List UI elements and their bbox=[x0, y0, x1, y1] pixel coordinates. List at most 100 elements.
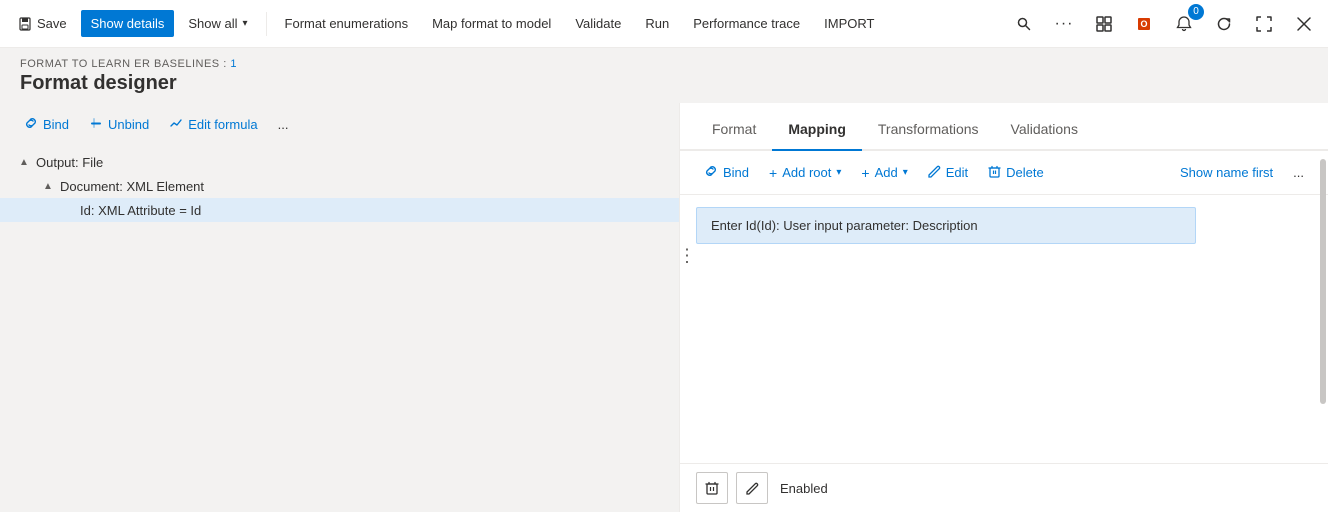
mapping-description-text: Enter Id(Id): User input parameter: Desc… bbox=[711, 218, 978, 233]
tab-mapping[interactable]: Mapping bbox=[772, 109, 862, 151]
add-root-chevron-icon: ▾ bbox=[836, 167, 841, 178]
breadcrumb: FORMAT TO LEARN ER BASELINES : 1 bbox=[20, 58, 1308, 70]
separator-1 bbox=[266, 12, 267, 36]
notification-container: 0 bbox=[1168, 8, 1200, 40]
show-name-first-button[interactable]: Show name first bbox=[1172, 160, 1281, 185]
save-button[interactable]: Save bbox=[8, 10, 77, 37]
add-label: Add bbox=[875, 165, 898, 180]
edit-formula-icon bbox=[169, 116, 183, 133]
toolbar-right-group: ··· O 0 bbox=[1008, 8, 1320, 40]
save-label: Save bbox=[37, 16, 67, 31]
run-label: Run bbox=[645, 16, 669, 31]
run-button[interactable]: Run bbox=[635, 10, 679, 37]
mapping-description-box: Enter Id(Id): User input parameter: Desc… bbox=[696, 207, 1196, 244]
show-all-button[interactable]: Show all ▾ bbox=[178, 10, 257, 37]
bind-right-button[interactable]: Bind bbox=[696, 159, 757, 186]
bind-left-button[interactable]: Bind bbox=[16, 111, 77, 138]
mapping-content: Enter Id(Id): User input parameter: Desc… bbox=[680, 195, 1328, 463]
main-toolbar: Save Show details Show all ▾ Format enum… bbox=[0, 0, 1328, 48]
validate-button[interactable]: Validate bbox=[565, 10, 631, 37]
add-chevron-icon: ▾ bbox=[903, 167, 908, 178]
performance-trace-label: Performance trace bbox=[693, 16, 800, 31]
svg-text:O: O bbox=[1140, 19, 1147, 29]
tree-item-document-xml-label: Document: XML Element bbox=[60, 179, 204, 194]
import-label: IMPORT bbox=[824, 16, 874, 31]
edit-label: Edit bbox=[946, 165, 968, 180]
delete-label: Delete bbox=[1006, 165, 1044, 180]
tab-format-label: Format bbox=[712, 121, 756, 137]
content-area: FORMAT TO LEARN ER BASELINES : 1 Format … bbox=[0, 48, 1328, 512]
tab-validations[interactable]: Validations bbox=[995, 109, 1094, 151]
bottom-delete-button[interactable] bbox=[696, 472, 728, 504]
more-options-icon[interactable]: ··· bbox=[1048, 8, 1080, 40]
bind-right-label: Bind bbox=[723, 165, 749, 180]
office-icon[interactable]: O bbox=[1128, 8, 1160, 40]
format-enumerations-label: Format enumerations bbox=[285, 16, 409, 31]
bottom-edit-button[interactable] bbox=[736, 472, 768, 504]
show-all-chevron-icon: ▾ bbox=[243, 18, 248, 29]
refresh-icon[interactable] bbox=[1208, 8, 1240, 40]
page-header: FORMAT TO LEARN ER BASELINES : 1 Format … bbox=[0, 48, 1328, 103]
left-more-button[interactable]: ... bbox=[270, 112, 297, 137]
map-format-button[interactable]: Map format to model bbox=[422, 10, 561, 37]
edit-formula-button[interactable]: Edit formula bbox=[161, 111, 265, 138]
add-root-button[interactable]: + Add root ▾ bbox=[761, 160, 849, 186]
show-all-label: Show all bbox=[188, 16, 237, 31]
edit-button[interactable]: Edit bbox=[920, 160, 976, 186]
show-details-label: Show details bbox=[91, 16, 165, 31]
save-icon bbox=[18, 17, 32, 31]
left-panel: Bind Unbind Edit formula ... bbox=[0, 103, 680, 512]
bind-left-label: Bind bbox=[43, 117, 69, 132]
notification-badge: 0 bbox=[1188, 4, 1204, 20]
tree-item-id-xml[interactable]: ▲ Id: XML Attribute = Id bbox=[0, 198, 679, 222]
add-root-label: Add root bbox=[782, 165, 831, 180]
tree-item-id-xml-label: Id: XML Attribute = Id bbox=[80, 203, 201, 218]
search-icon[interactable] bbox=[1008, 8, 1040, 40]
tree-toggle-document: ▲ bbox=[40, 178, 56, 194]
unbind-icon bbox=[89, 116, 103, 133]
import-button[interactable]: IMPORT bbox=[814, 10, 884, 37]
edit-pencil-icon bbox=[928, 165, 941, 181]
bottom-bar: Enabled bbox=[680, 463, 1328, 512]
add-button[interactable]: + Add ▾ bbox=[853, 160, 915, 186]
show-name-first-label: Show name first bbox=[1180, 165, 1273, 180]
tab-validations-label: Validations bbox=[1011, 121, 1078, 137]
enabled-status-label: Enabled bbox=[780, 481, 828, 496]
tree-item-output-file[interactable]: ▲ Output: File bbox=[0, 150, 679, 174]
map-format-label: Map format to model bbox=[432, 16, 551, 31]
close-icon[interactable] bbox=[1288, 8, 1320, 40]
unbind-button[interactable]: Unbind bbox=[81, 111, 157, 138]
show-details-button[interactable]: Show details bbox=[81, 10, 175, 37]
bind-right-icon bbox=[704, 164, 718, 181]
delete-trash-icon bbox=[988, 165, 1001, 181]
performance-trace-button[interactable]: Performance trace bbox=[683, 10, 810, 37]
scrollbar[interactable] bbox=[1320, 159, 1326, 404]
fullscreen-icon[interactable] bbox=[1248, 8, 1280, 40]
tab-transformations[interactable]: Transformations bbox=[862, 109, 995, 151]
right-tabs: Format Mapping Transformations Validatio… bbox=[680, 103, 1328, 151]
breadcrumb-link[interactable]: 1 bbox=[230, 58, 237, 70]
tree-area: ▲ Output: File ▲ Document: XML Element ▲… bbox=[0, 146, 679, 512]
right-more-label: ... bbox=[1293, 165, 1304, 180]
right-more-button[interactable]: ... bbox=[1285, 160, 1312, 185]
format-enumerations-button[interactable]: Format enumerations bbox=[275, 10, 419, 37]
right-panel-toolbar: Bind + Add root ▾ + Add ▾ Edit bbox=[680, 151, 1328, 195]
add-plus-icon: + bbox=[861, 165, 869, 181]
add-root-plus-icon: + bbox=[769, 165, 777, 181]
panel-resize-handle[interactable]: ⋮ bbox=[678, 246, 696, 267]
delete-button[interactable]: Delete bbox=[980, 160, 1052, 186]
unbind-label: Unbind bbox=[108, 117, 149, 132]
tab-format[interactable]: Format bbox=[696, 109, 772, 151]
grid-icon[interactable] bbox=[1088, 8, 1120, 40]
breadcrumb-prefix: FORMAT TO LEARN ER BASELINES bbox=[20, 58, 220, 70]
right-panel: Format Mapping Transformations Validatio… bbox=[680, 103, 1328, 512]
main-layout: Bind Unbind Edit formula ... bbox=[0, 103, 1328, 512]
tree-item-output-file-label: Output: File bbox=[36, 155, 103, 170]
tree-item-document-xml[interactable]: ▲ Document: XML Element bbox=[0, 174, 679, 198]
edit-formula-label: Edit formula bbox=[188, 117, 257, 132]
tab-mapping-label: Mapping bbox=[788, 121, 846, 137]
tab-transformations-label: Transformations bbox=[878, 121, 979, 137]
validate-label: Validate bbox=[575, 16, 621, 31]
left-panel-toolbar: Bind Unbind Edit formula ... bbox=[0, 103, 679, 146]
bind-link-icon bbox=[24, 116, 38, 133]
